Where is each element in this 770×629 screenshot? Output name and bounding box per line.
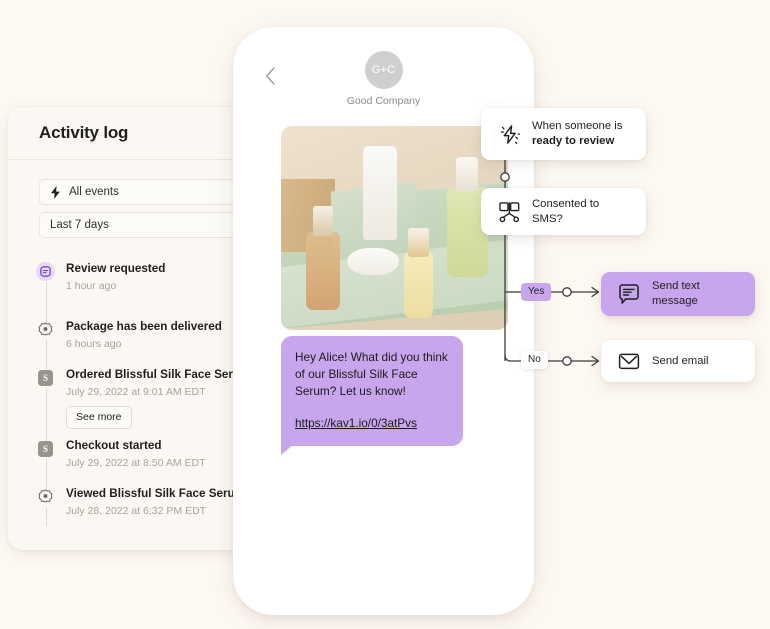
list-item[interactable]: S Checkout started July 29, 2022 at 8:50… (36, 438, 250, 490)
list-item[interactable]: Package has been delivered 6 hours ago (36, 319, 250, 371)
branch-chip-yes[interactable]: Yes (521, 283, 552, 301)
flow-action-sms-label: Send text message (652, 280, 700, 307)
message-body: Hey Alice! What did you think of our Bli… (295, 350, 448, 398)
event-title: Checkout started (66, 439, 162, 452)
activity-log-panel: Activity log All events Last 7 days Revi… (8, 107, 250, 550)
envelope-icon (617, 352, 641, 371)
shopify-bag-icon: S (36, 368, 55, 387)
timeline-connector (45, 282, 47, 323)
flow-trigger-label: When someone is ready to review (532, 119, 622, 149)
page-title: Activity log (39, 123, 129, 142)
event-time: July 28, 2022 at 6:32 PM EDT (66, 505, 207, 517)
chevron-left-icon[interactable] (265, 67, 276, 85)
event-title: Package has been delivered (66, 320, 222, 333)
event-time: 6 hours ago (66, 338, 122, 350)
review-badge-icon (36, 262, 55, 281)
filter-all-events-label: All events (69, 186, 119, 198)
avatar: G+C (364, 51, 403, 89)
timeline-connector (45, 507, 47, 526)
bolt-icon (50, 185, 61, 199)
filter-all-events[interactable]: All events (39, 179, 250, 205)
event-title: Review requested (66, 262, 166, 275)
timeline-connector (45, 388, 47, 442)
message-bubble: Hey Alice! What did you think of our Bli… (281, 336, 463, 455)
flow-condition-card[interactable]: Consented to SMS? (481, 188, 646, 235)
event-title: Ordered Blissful Silk Face Serum (66, 368, 250, 381)
lightning-bolt-icon (497, 123, 521, 146)
event-time: July 29, 2022 at 9:01 AM EDT (66, 386, 206, 398)
event-time: 1 hour ago (66, 280, 117, 292)
company-name: Good Company (346, 95, 421, 107)
see-more-button[interactable]: See more (66, 406, 132, 429)
list-item[interactable]: S Ordered Blissful Silk Face Serum July … (36, 367, 250, 442)
branch-chip-no[interactable]: No (521, 351, 548, 369)
filter-date-range-label: Last 7 days (50, 219, 109, 231)
flow-action-send-email[interactable]: Send email (601, 340, 755, 382)
phone-conversation-header: G+C Good Company (245, 39, 522, 117)
flow-trigger-line2: ready to review (532, 135, 615, 147)
event-time: July 29, 2022 at 8:50 AM EDT (66, 457, 206, 469)
flow-action-email-label: Send email (652, 354, 709, 367)
gear-dot-icon (36, 320, 55, 339)
avatar-initials: G+C (371, 64, 396, 76)
gear-dot-icon (36, 487, 55, 506)
flow-condition-label: Consented to SMS? (532, 197, 600, 225)
shopify-bag-icon: S (36, 439, 55, 458)
filter-date-range[interactable]: Last 7 days (39, 212, 250, 238)
message-link[interactable]: https://kav1.io/0/3atPvs (295, 416, 417, 430)
branch-split-icon (497, 201, 521, 223)
activity-timeline: Review requested 1 hour ago Package has … (8, 245, 250, 534)
chat-message-icon (617, 283, 641, 305)
flow-action-send-text-message[interactable]: Send text message (601, 272, 755, 316)
flow-trigger-line1: When someone is (532, 120, 623, 132)
list-item[interactable]: Viewed Blissful Silk Face Serum July 28,… (36, 486, 250, 534)
list-item[interactable]: Review requested 1 hour ago (36, 261, 250, 323)
event-title: Viewed Blissful Silk Face Serum (66, 487, 246, 500)
flow-trigger-card[interactable]: When someone is ready to review (481, 108, 646, 160)
product-image (281, 126, 508, 330)
activity-log-header: Activity log (8, 107, 250, 160)
activity-log-filters: All events Last 7 days (8, 160, 250, 238)
